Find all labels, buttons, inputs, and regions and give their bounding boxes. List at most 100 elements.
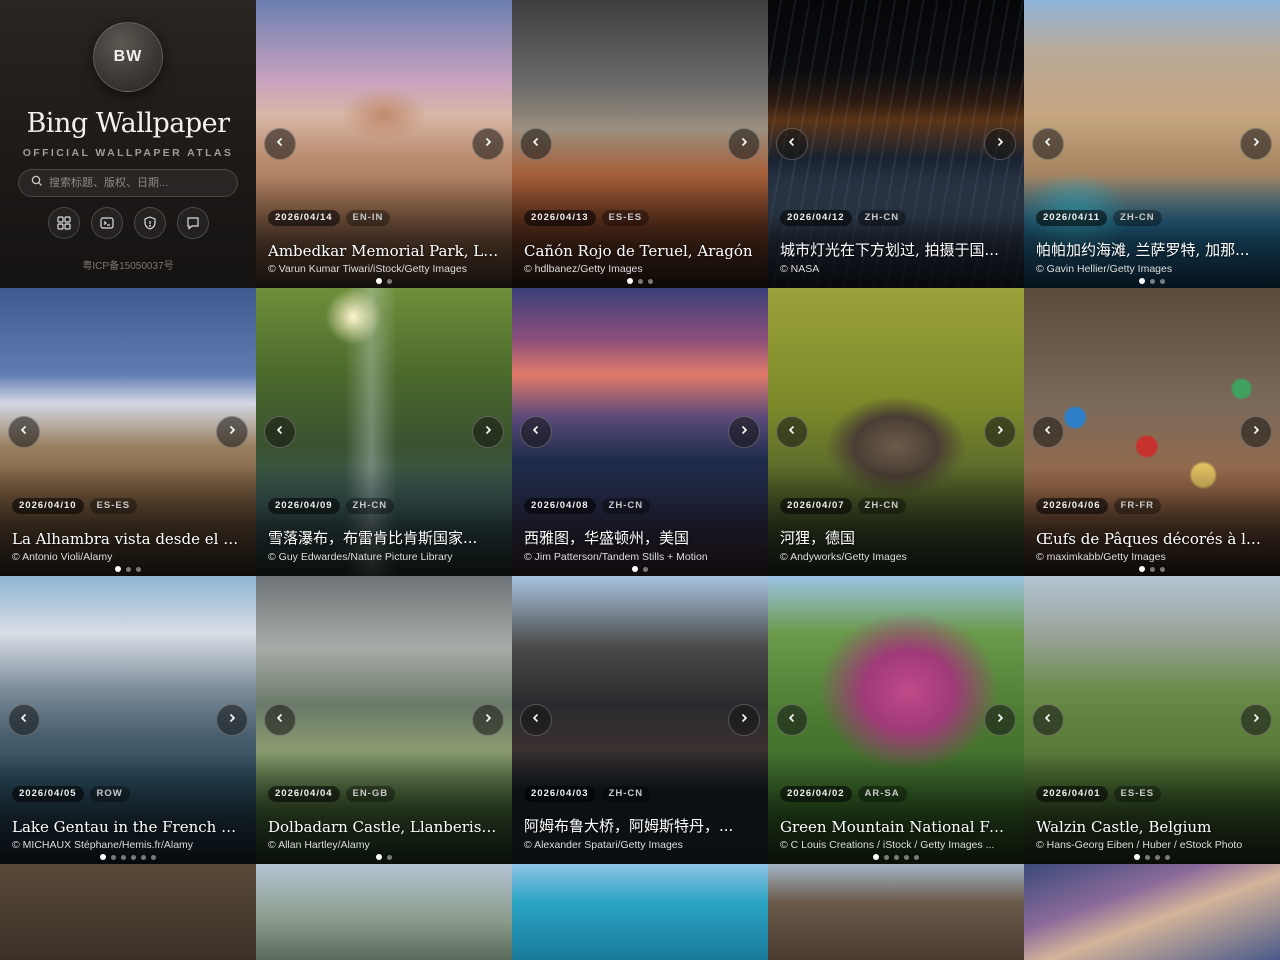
carousel-dot[interactable] [904, 854, 909, 860]
card-title[interactable]: Lake Gentau in the French Pyrene... [12, 818, 244, 836]
wallpaper-card[interactable]: 2026/04/13 ES-ES Cañón Rojo de Teruel, Ara… [512, 0, 768, 288]
shield-icon[interactable] [133, 207, 166, 239]
carousel-dot[interactable] [141, 854, 146, 860]
carousel-dot[interactable] [632, 566, 638, 572]
prev-image-button[interactable] [1032, 128, 1064, 160]
carousel-dot[interactable] [387, 854, 392, 860]
wallpaper-card[interactable]: 2026/04/04 EN-GB Dolbadarn Castle, Llanber… [256, 576, 512, 864]
wallpaper-card[interactable]: 2026/04/02 AR-SA Green Mountain National F… [768, 576, 1024, 864]
card-title[interactable]: 帕帕加约海滩, 兰萨罗特, 加那... [1036, 239, 1268, 260]
prev-image-button[interactable] [776, 416, 808, 448]
wallpaper-card[interactable]: 2026/04/08 ZH-CN 西雅图，华盛顿州，美国 © Jim Patterso… [512, 288, 768, 576]
wallpaper-card[interactable]: 2026/04/12 ZH-CN 城市灯光在下方划过, 拍摄于国... © NASA [768, 0, 1024, 288]
next-image-button[interactable] [216, 704, 248, 736]
carousel-dot[interactable] [1139, 566, 1145, 572]
carousel-dot[interactable] [111, 854, 116, 860]
prev-image-button[interactable] [264, 704, 296, 736]
wallpaper-card[interactable]: 2026/04/09 ZH-CN 雪落瀑布，布雷肯比肯斯国家... © Guy Edw… [256, 288, 512, 576]
wallpaper-card-partial[interactable] [256, 864, 512, 960]
carousel-dot[interactable] [115, 566, 121, 572]
logo[interactable]: BW [93, 22, 163, 92]
prev-image-button[interactable] [776, 704, 808, 736]
carousel-dot[interactable] [1150, 278, 1155, 284]
card-title[interactable]: Green Mountain National Forest, ... [780, 818, 1012, 836]
prev-image-button[interactable] [520, 416, 552, 448]
next-image-button[interactable] [472, 416, 504, 448]
card-title[interactable]: Cañón Rojo de Teruel, Aragón [524, 242, 756, 260]
carousel-dot[interactable] [151, 854, 156, 860]
prev-image-button[interactable] [264, 416, 296, 448]
wallpaper-card-partial[interactable] [1024, 864, 1280, 960]
prev-image-button[interactable] [776, 128, 808, 160]
next-image-button[interactable] [984, 128, 1016, 160]
prev-image-button[interactable] [520, 128, 552, 160]
carousel-dot[interactable] [894, 854, 899, 860]
carousel-dot[interactable] [376, 278, 382, 284]
carousel-dot[interactable] [627, 278, 633, 284]
prev-image-button[interactable] [8, 704, 40, 736]
prev-image-button[interactable] [8, 416, 40, 448]
carousel-dot[interactable] [121, 854, 126, 860]
wallpaper-card[interactable]: 2026/04/14 EN-IN Ambedkar Memorial Park, L… [256, 0, 512, 288]
carousel-dot[interactable] [1150, 566, 1155, 572]
message-icon[interactable] [176, 207, 209, 239]
card-title[interactable]: 西雅图，华盛顿州，美国 [524, 527, 756, 548]
next-image-button[interactable] [728, 416, 760, 448]
prev-image-button[interactable] [264, 128, 296, 160]
next-image-button[interactable] [1240, 416, 1272, 448]
grid-icon[interactable] [47, 207, 80, 239]
icp-license[interactable]: 粤ICP备15050037号 [82, 257, 173, 272]
carousel-dot[interactable] [126, 566, 131, 572]
card-title[interactable]: 城市灯光在下方划过, 拍摄于国... [780, 239, 1012, 260]
card-title[interactable]: 雪落瀑布，布雷肯比肯斯国家... [268, 527, 500, 548]
carousel-dot[interactable] [1165, 854, 1170, 860]
wallpaper-card[interactable]: 2026/04/06 FR-FR Œufs de Pâques décorés à … [1024, 288, 1280, 576]
carousel-dot[interactable] [1139, 278, 1145, 284]
wallpaper-card[interactable]: 2026/04/10 ES-ES La Alhambra vista desde e… [0, 288, 256, 576]
prev-image-button[interactable] [1032, 704, 1064, 736]
wallpaper-card[interactable]: 2026/04/01 ES-ES Walzin Castle, Belgium © H… [1024, 576, 1280, 864]
card-title[interactable]: Walzin Castle, Belgium [1036, 818, 1268, 836]
card-title[interactable]: Œufs de Pâques décorés à la main, ... [1036, 530, 1268, 548]
next-image-button[interactable] [984, 416, 1016, 448]
card-title[interactable]: 河狸，德国 [780, 527, 1012, 548]
wallpaper-card[interactable]: 2026/04/03 ZH-CN 阿姆布鲁大桥，阿姆斯特丹，... © Alexand… [512, 576, 768, 864]
next-image-button[interactable] [728, 704, 760, 736]
carousel-dot[interactable] [131, 854, 136, 860]
next-image-button[interactable] [472, 128, 504, 160]
carousel-dot[interactable] [387, 278, 392, 284]
wallpaper-card[interactable]: 2026/04/07 ZH-CN 河狸，德国 © Andyworks/Getty Im… [768, 288, 1024, 576]
carousel-dot[interactable] [1160, 566, 1165, 572]
prev-image-button[interactable] [520, 704, 552, 736]
next-image-button[interactable] [472, 704, 504, 736]
next-image-button[interactable] [728, 128, 760, 160]
carousel-dot[interactable] [884, 854, 889, 860]
card-title[interactable]: La Alhambra vista desde el Albaici... [12, 530, 244, 548]
carousel-dot[interactable] [648, 278, 653, 284]
carousel-dot[interactable] [643, 566, 648, 572]
terminal-icon[interactable] [90, 207, 123, 239]
carousel-dot[interactable] [873, 854, 879, 860]
wallpaper-card-partial[interactable] [768, 864, 1024, 960]
carousel-dot[interactable] [136, 566, 141, 572]
carousel-dot[interactable] [100, 854, 106, 860]
card-title[interactable]: 阿姆布鲁大桥，阿姆斯特丹，... [524, 815, 756, 836]
next-image-button[interactable] [984, 704, 1016, 736]
search-bar[interactable] [18, 169, 238, 197]
card-title[interactable]: Dolbadarn Castle, Llanberis, Snow... [268, 818, 500, 836]
wallpaper-card-partial[interactable] [512, 864, 768, 960]
carousel-dot[interactable] [1160, 278, 1165, 284]
carousel-dot[interactable] [914, 854, 919, 860]
carousel-dot[interactable] [1155, 854, 1160, 860]
search-input[interactable] [49, 177, 229, 189]
card-title[interactable]: Ambedkar Memorial Park, Luckn... [268, 242, 500, 260]
next-image-button[interactable] [1240, 128, 1272, 160]
carousel-dot[interactable] [1134, 854, 1140, 860]
wallpaper-card[interactable]: 2026/04/05 ROW Lake Gentau in the French P… [0, 576, 256, 864]
wallpaper-card[interactable]: 2026/04/11 ZH-CN 帕帕加约海滩, 兰萨罗特, 加那... © Gavi… [1024, 0, 1280, 288]
carousel-dot[interactable] [638, 278, 643, 284]
wallpaper-card-partial[interactable] [0, 864, 256, 960]
carousel-dot[interactable] [376, 854, 382, 860]
next-image-button[interactable] [1240, 704, 1272, 736]
next-image-button[interactable] [216, 416, 248, 448]
